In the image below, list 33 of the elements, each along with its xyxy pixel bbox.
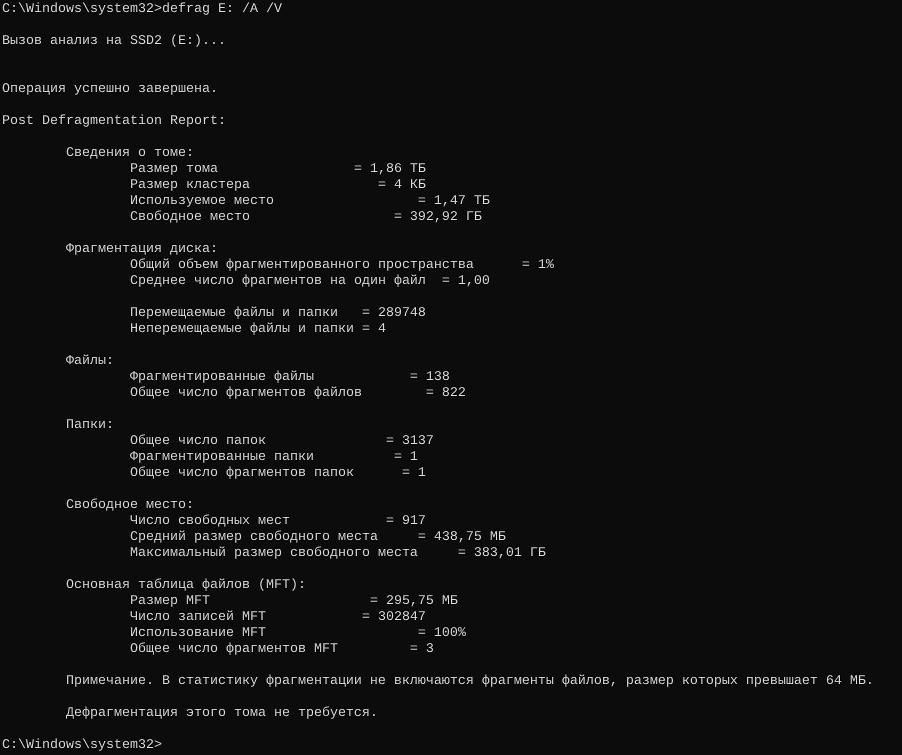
output-message: Вызов анализ на SSD2 (E:)...	[2, 34, 226, 49]
report-line: Среднее число фрагментов на один файл = 1,00	[130, 274, 490, 289]
report-line: Общее число фрагментов папок = 1	[130, 466, 426, 481]
report-line: Используемое место = 1,47 ТБ	[130, 194, 490, 209]
report-line: Число свободных мест = 917	[130, 514, 426, 529]
report-title: Post Defragmentation Report:	[2, 114, 226, 129]
section-heading: Папки:	[66, 418, 114, 433]
section-heading: Свободное место:	[66, 498, 194, 513]
command-line: C:\Windows\system32>defrag E: /A /V	[2, 2, 282, 17]
report-line: Общее число фрагментов файлов = 822	[130, 386, 466, 401]
report-line: Общий объем фрагментированного пространства = 1%	[130, 258, 554, 273]
report-line: Число записей MFT = 302847	[130, 610, 426, 625]
report-line: Размер тома = 1,86 ТБ	[130, 162, 426, 177]
report-line: Размер кластера = 4 КБ	[130, 178, 426, 193]
section-heading: Основная таблица файлов (MFT):	[66, 578, 306, 593]
report-line: Использование MFT = 100%	[130, 626, 466, 641]
report-line: Максимальный размер свободного места = 383,01 ГБ	[130, 546, 546, 561]
report-line: Фрагментированные папки = 1	[130, 450, 418, 465]
note-text: Дефрагментация этого тома не требуется.	[66, 706, 378, 721]
report-line: Средний размер свободного места = 438,75 МБ	[130, 530, 506, 545]
report-line: Размер MFT = 295,75 МБ	[130, 594, 458, 609]
command-prompt: C:\Windows\system32>	[2, 738, 162, 753]
section-heading: Фрагментация диска:	[66, 242, 218, 257]
section-heading: Файлы:	[66, 354, 114, 369]
section-heading: Сведения о томе:	[66, 146, 194, 161]
report-line: Общее число папок = 3137	[130, 434, 434, 449]
report-line: Общее число фрагментов MFT = 3	[130, 642, 434, 657]
note-text: Примечание. В статистику фрагментации не включаются фрагменты файлов, размер которых превышает 64 МБ.	[66, 674, 874, 689]
report-line: Фрагментированные файлы = 138	[130, 370, 450, 385]
report-line: Свободное место = 392,92 ГБ	[130, 210, 482, 225]
output-message: Операция успешно завершена.	[2, 82, 218, 97]
report-line: Перемещаемые файлы и папки = 289748	[130, 306, 426, 321]
report-line: Неперемещаемые файлы и папки = 4	[130, 322, 386, 337]
